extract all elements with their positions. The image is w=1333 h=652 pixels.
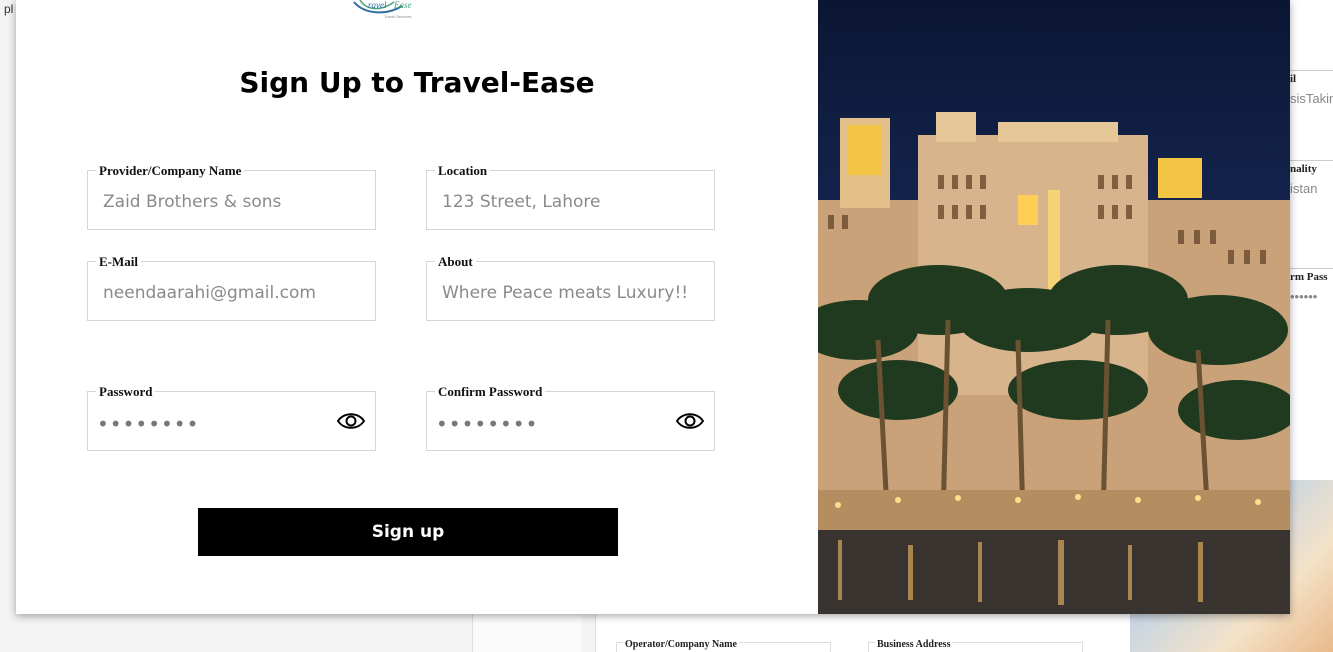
company-name-field[interactable]: Provider/Company Name Zaid Brothers & so… (87, 163, 376, 230)
page-title: Sign Up to Travel-Ease (239, 66, 595, 99)
background-field-value: sisTakin (1290, 91, 1333, 106)
background-field-label: il (1290, 73, 1297, 85)
svg-text:ravel: ravel (368, 0, 387, 10)
signup-modal: ravel Ease Travel Services Sign Up to Tr… (16, 0, 1290, 614)
confirm-password-field[interactable]: Confirm Password •••••••• (426, 384, 715, 451)
password-input[interactable]: •••••••• (97, 412, 199, 436)
background-field-confirm-password: rm Pass •••••• (1290, 268, 1333, 304)
eye-icon[interactable] (336, 409, 366, 433)
svg-text:Ease: Ease (393, 0, 412, 10)
about-field[interactable]: About Where Peace meats Luxury!! (426, 254, 715, 321)
company-name-input[interactable]: Zaid Brothers & sons (103, 192, 281, 212)
about-input[interactable]: Where Peace meats Luxury!! (442, 283, 688, 303)
background-address-label: Business Address (875, 639, 953, 650)
background-field-nationality: nality istan (1290, 160, 1333, 196)
travel-ease-logo: ravel Ease Travel Services (353, 0, 412, 19)
signup-form: ravel Ease Travel Services Sign Up to Tr… (16, 0, 818, 614)
background-field-label: nality (1290, 163, 1317, 175)
hotel-photo (818, 0, 1290, 614)
confirm-password-input[interactable]: •••••••• (436, 412, 538, 436)
password-label: Password (96, 384, 156, 400)
background-field-value: istan (1290, 181, 1318, 196)
location-field[interactable]: Location 123 Street, Lahore (426, 163, 715, 230)
background-corner-text: pl (4, 2, 14, 16)
email-input[interactable]: neendaarahi@gmail.com (103, 283, 316, 303)
hotel-illustration (818, 112, 1290, 614)
background-operator-label: Operator/Company Name (623, 639, 739, 650)
svg-text:Travel Services: Travel Services (384, 14, 411, 19)
email-field[interactable]: E-Mail neendaarahi@gmail.com (87, 254, 376, 321)
screen: pl il sisTakin nality istan rm Pass ••••… (0, 0, 1333, 652)
background-operator-field: Operator/Company Name (616, 639, 831, 652)
confirm-password-label: Confirm Password (435, 384, 546, 400)
eye-icon[interactable] (675, 409, 705, 433)
background-field-email: il sisTakin (1290, 70, 1333, 106)
signup-button[interactable]: Sign up (198, 508, 618, 556)
background-address-field: Business Address (868, 639, 1083, 652)
background-field-value: •••••• (1290, 289, 1318, 304)
background-form: Operator/Company Name Business Address (595, 612, 1130, 652)
company-name-label: Provider/Company Name (96, 163, 245, 179)
background-strip (472, 612, 582, 652)
about-label: About (435, 254, 476, 270)
background-field-label: rm Pass (1290, 271, 1328, 283)
email-label: E-Mail (96, 254, 141, 270)
password-field[interactable]: Password •••••••• (87, 384, 376, 451)
location-input[interactable]: 123 Street, Lahore (442, 192, 600, 212)
location-label: Location (435, 163, 491, 179)
